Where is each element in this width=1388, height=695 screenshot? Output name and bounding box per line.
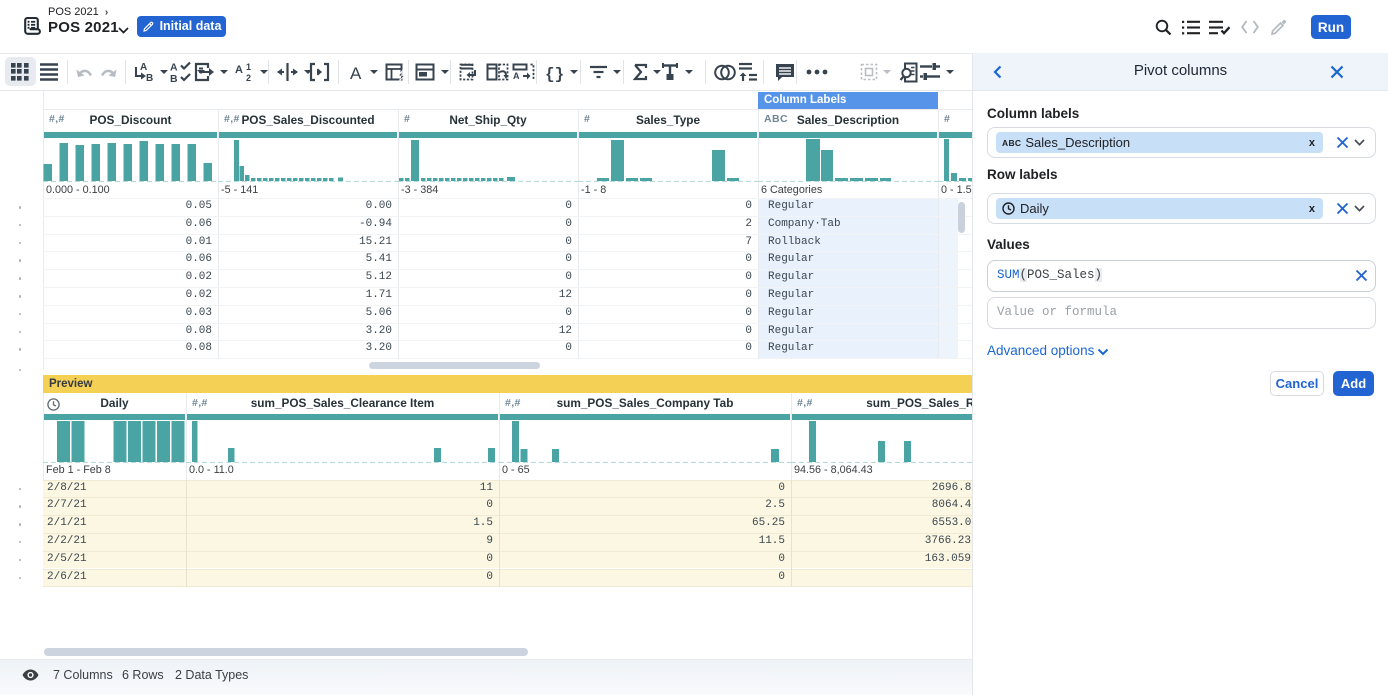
svg-text:A: A — [140, 62, 147, 73]
svg-text:{}: {} — [545, 65, 564, 83]
svg-text:A: A — [235, 64, 243, 76]
svg-text:B: B — [170, 73, 178, 83]
svg-text:1: 1 — [246, 62, 251, 72]
svg-text:A: A — [170, 62, 178, 74]
svg-text:B: B — [146, 73, 153, 83]
svg-text:A: A — [513, 71, 520, 81]
svg-text:2: 2 — [246, 73, 251, 83]
svg-text:A: A — [350, 64, 362, 82]
